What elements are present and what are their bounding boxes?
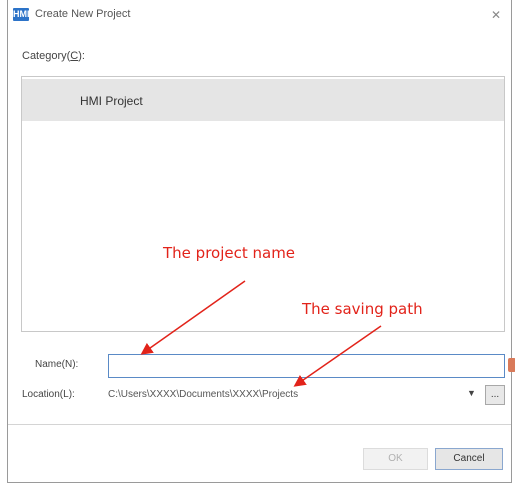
arrow-to-name-field: [140, 280, 246, 355]
annotation-arrows: [140, 280, 382, 387]
arrow-to-location-field: [293, 325, 382, 387]
